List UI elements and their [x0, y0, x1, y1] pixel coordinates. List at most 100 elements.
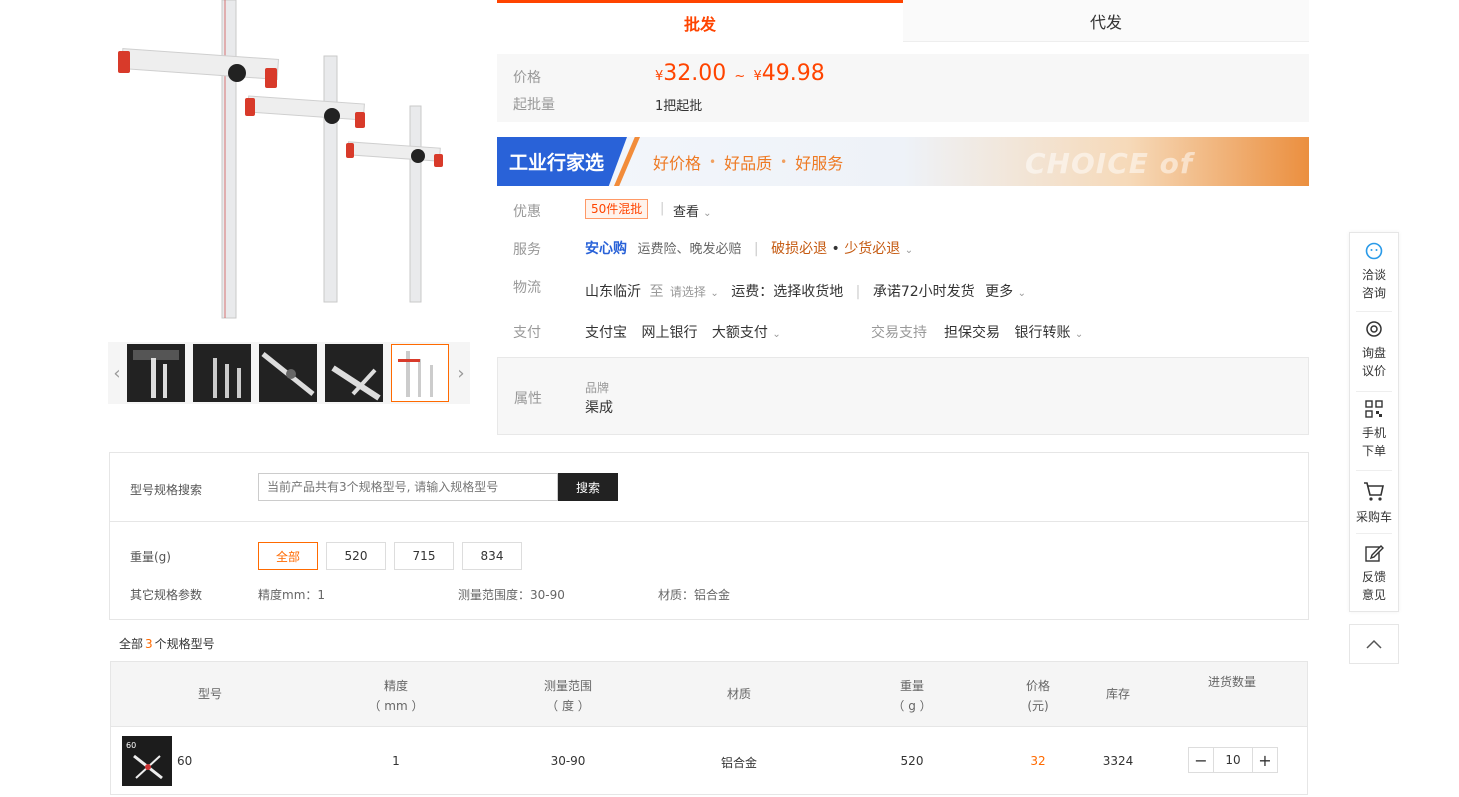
destination-select[interactable]: 请选择 [670, 285, 706, 299]
weight-option-520[interactable]: 520 [326, 542, 386, 570]
quantity-stepper: − 10 + [1188, 747, 1278, 773]
row-weight: 520 [900, 754, 924, 768]
banner-title: 工业行家选 [497, 137, 627, 186]
thumbnail-5[interactable] [391, 344, 449, 402]
thumbnail-1[interactable] [127, 344, 185, 402]
spec-range: 测量范围度：30-90 [458, 588, 565, 602]
slogan-dot: • [709, 154, 717, 169]
promo-view-link[interactable]: 查看 ⌄ [673, 201, 712, 220]
sidebar-chat[interactable]: 洽谈 咨询 [1350, 241, 1398, 302]
pay-large[interactable]: 大额支付 [712, 325, 768, 341]
origin: 山东临沂 [585, 284, 641, 300]
back-to-top-button[interactable] [1349, 624, 1399, 664]
brand-value: 渠成 [585, 400, 613, 416]
spec-count: 3 [145, 637, 153, 651]
row-material: 铝合金 [720, 756, 757, 770]
anxin-brand: 安心购 [585, 241, 627, 257]
divider: | [660, 201, 665, 216]
spec-material: 材质：铝合金 [658, 588, 731, 602]
plus-icon[interactable]: + [1252, 747, 1278, 773]
chevron-down-icon: ⌄ [772, 329, 781, 340]
trade-escrow: 担保交易 [944, 325, 1000, 341]
slogan-dot: • [780, 154, 788, 169]
tab-dropship[interactable]: 代发 [903, 0, 1309, 42]
ship-promise: 承诺72小时发货 [872, 284, 975, 300]
row-precision: 1 [392, 754, 400, 768]
promo-badge[interactable]: 50件混批 [585, 199, 649, 219]
th-range: 测量范围（ 度 ） [543, 679, 592, 713]
model-thumbnail[interactable]: 60 [122, 736, 172, 786]
sidebar-quote[interactable]: 询盘 议价 [1350, 319, 1398, 380]
spec-count-summary: 全部 3 个规格型号 [119, 637, 215, 651]
price-box [497, 54, 1309, 122]
sidebar-mobile-order[interactable]: 手机 下单 [1350, 399, 1398, 460]
row-stock: 3324 [1102, 754, 1134, 768]
spec-search-input[interactable] [258, 473, 558, 501]
spec-precision: 精度mm：1 [258, 588, 326, 602]
other-specs-label: 其它规格参数 [130, 588, 203, 602]
th-material: 材质 [726, 687, 751, 701]
trade-transfer: 银行转账 [1014, 325, 1071, 341]
weight-option-all[interactable]: 全部 [258, 542, 318, 570]
svg-text:60: 60 [126, 741, 136, 750]
weight-label: 重量(g) [130, 550, 171, 564]
weight-option-715[interactable]: 715 [394, 542, 454, 570]
minus-icon[interactable]: − [1188, 747, 1214, 773]
chevron-down-icon: ⌄ [904, 245, 914, 256]
price-max: 49.98 [761, 61, 825, 86]
slogan-quality: 好品质 [724, 153, 773, 173]
trade-support-label: 交易支持 [871, 325, 927, 341]
tab-wholesale[interactable]: 批发 [497, 0, 903, 42]
chevron-up-icon [1366, 639, 1382, 649]
row-model: 60 [177, 754, 193, 768]
product-main-image [108, 0, 470, 330]
chevron-down-icon: ⌄ [703, 208, 712, 219]
logistics-info: 山东临沂 至 请选择 ⌄ 运费：选择收货地 | 承诺72小时发货 更多 ⌄ [585, 284, 1026, 300]
promo-label: 优惠 [513, 204, 541, 220]
brand-label: 品牌 [585, 381, 610, 395]
refund-damage: 破损必退 [771, 241, 828, 257]
banner-slogan: 好价格 • 好品质 • 好服务 [653, 137, 843, 186]
thumbnail-2[interactable] [193, 344, 251, 402]
weight-option-834[interactable]: 834 [462, 542, 522, 570]
cart-icon [1364, 482, 1384, 501]
service-desc: 运费险、晚发必赔 [637, 242, 742, 257]
expert-choice-banner: 工业行家选 好价格 • 好品质 • 好服务 CHOICE of EXPERT [497, 137, 1309, 186]
slogan-service: 好服务 [795, 153, 844, 173]
banner-watermark: CHOICE of EXPERT [1025, 147, 1194, 186]
attribute-box [497, 357, 1309, 435]
qrcode-icon [1365, 400, 1383, 418]
logistics-more[interactable]: 更多 [985, 284, 1013, 300]
refund-shortage: 少货必退 [844, 241, 901, 257]
th-qty: 进货数量 [1207, 675, 1256, 689]
target-icon [1366, 321, 1382, 337]
thumb-prev-icon[interactable]: ‹ [108, 342, 126, 404]
price-min: 32.00 [663, 61, 727, 86]
spec-search-button[interactable]: 搜索 [558, 473, 618, 501]
trade-methods[interactable]: 担保交易 银行转账 ⌄ [944, 322, 1083, 342]
thumbnail-4[interactable] [325, 344, 383, 402]
logistics-label: 物流 [513, 280, 541, 296]
moq-value: 1把起批 [655, 99, 703, 114]
chevron-down-icon: ⌄ [1074, 329, 1084, 340]
attr-label: 属性 [514, 391, 542, 407]
chevron-down-icon: ⌄ [710, 288, 719, 299]
service-info[interactable]: 安心购 运费险、晚发必赔 | 破损必退 • 少货必退 ⌄ [585, 238, 913, 258]
pay-online-bank: 网上银行 [641, 325, 698, 341]
service-label: 服务 [513, 242, 541, 258]
price-label: 价格 [513, 70, 541, 86]
slogan-price: 好价格 [653, 153, 702, 173]
moq-label: 起批量 [513, 97, 555, 113]
payment-methods: 支付宝 网上银行 大额支付 ⌄ [585, 322, 781, 342]
thumbnail-strip: ‹ › [108, 342, 470, 404]
th-price: 价格 (元) [1025, 679, 1050, 713]
quantity-input[interactable]: 10 [1214, 747, 1252, 773]
right-sidebar: 洽谈 咨询 询盘 议价 手机 下单 采购车 反馈 意见 [1349, 232, 1399, 612]
sidebar-feedback[interactable]: 反馈 意见 [1350, 543, 1398, 604]
freight: 运费：选择收货地 [731, 284, 844, 300]
thumbnail-3[interactable] [259, 344, 317, 402]
thumb-next-icon[interactable]: › [452, 342, 470, 404]
sidebar-cart[interactable]: 采购车 [1350, 479, 1398, 526]
price-range-sep: ~ [734, 69, 746, 84]
th-weight: 重量（ g ） [892, 679, 932, 713]
